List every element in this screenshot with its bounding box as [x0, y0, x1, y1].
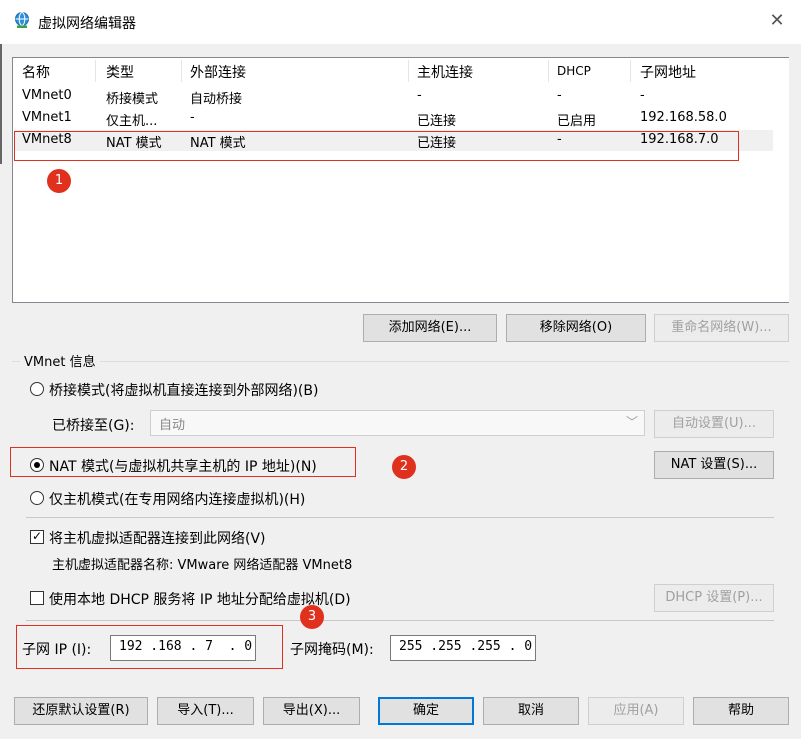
cell-dhcp: -: [557, 88, 562, 103]
col-header-dhcp[interactable]: DHCP: [557, 64, 591, 78]
host-only-label[interactable]: 仅主机模式(在专用网络内连接虚拟机)(H): [49, 489, 305, 509]
cell-dhcp: 已启用: [557, 114, 597, 129]
ok-button[interactable]: 确定: [378, 697, 474, 725]
bridged-to-select[interactable]: 自动 ﹀: [150, 410, 645, 436]
annotation-badge-2: 2: [392, 455, 416, 479]
cell-host: 已连接: [417, 114, 457, 129]
cell-name: VMnet1: [22, 110, 72, 125]
export-button[interactable]: 导出(X)...: [263, 697, 360, 725]
add-network-button[interactable]: 添加网络(E)...: [363, 314, 497, 342]
cell-type: 仅主机...: [106, 114, 158, 129]
vmnet-info-label: VMnet 信息: [20, 351, 100, 370]
annotation-box-1: [14, 131, 739, 161]
network-list[interactable]: 名称 类型 外部连接 主机连接 DHCP 子网地址 VMnet0 桥接模式 自动…: [12, 57, 789, 303]
connect-adapter-checkbox[interactable]: ✓: [30, 530, 44, 544]
col-header-host[interactable]: 主机连接: [417, 62, 473, 82]
annotation-box-2: [10, 447, 356, 477]
close-icon[interactable]: ✕: [764, 8, 790, 34]
nat-settings-button[interactable]: NAT 设置(S)...: [654, 451, 774, 479]
subnet-mask-label: 子网掩码(M):: [290, 642, 374, 658]
annotation-badge-3: 3: [300, 605, 324, 629]
adapter-name-text: 主机虚拟适配器名称: VMware 网络适配器 VMnet8: [52, 558, 353, 573]
col-header-subnet[interactable]: 子网地址: [640, 62, 696, 82]
connect-adapter-label[interactable]: 将主机虚拟适配器连接到此网络(V): [49, 528, 266, 548]
section-divider: [26, 620, 774, 621]
bridged-to-value: 自动: [159, 418, 186, 433]
restore-defaults-button[interactable]: 还原默认设置(R): [14, 697, 148, 725]
cell-external: -: [190, 110, 195, 125]
subnet-ip-label: 子网 IP (I):: [22, 642, 92, 658]
subnet-mask-input[interactable]: 255 .255 .255 . 0: [390, 635, 536, 661]
col-header-external[interactable]: 外部连接: [190, 62, 246, 82]
window-edge: [0, 44, 2, 164]
cell-external: 自动桥接: [190, 92, 243, 107]
title-bar: 虚拟网络编辑器 ✕: [0, 0, 801, 44]
remove-network-button[interactable]: 移除网络(O): [506, 314, 646, 342]
bridged-to-label: 已桥接至(G):: [52, 418, 135, 434]
cell-subnet: 192.168.58.0: [640, 110, 727, 125]
help-button[interactable]: 帮助: [693, 697, 789, 725]
window-title: 虚拟网络编辑器: [38, 16, 136, 32]
apply-button[interactable]: 应用(A): [588, 697, 684, 725]
rename-network-button[interactable]: 重命名网络(W)...: [654, 314, 789, 342]
network-globe-icon: [15, 12, 29, 28]
import-button[interactable]: 导入(T)...: [157, 697, 254, 725]
auto-settings-button[interactable]: 自动设置(U)...: [654, 410, 774, 438]
col-divider: [95, 60, 96, 82]
host-only-radio[interactable]: [30, 491, 44, 505]
col-header-name[interactable]: 名称: [22, 62, 50, 82]
dhcp-settings-button[interactable]: DHCP 设置(P)...: [654, 584, 774, 612]
col-divider: [548, 60, 549, 82]
table-row[interactable]: VMnet1 仅主机... - 已连接 已启用 192.168.58.0: [14, 108, 773, 129]
cell-subnet: -: [640, 88, 645, 103]
use-dhcp-checkbox[interactable]: [30, 591, 44, 605]
bridge-mode-label[interactable]: 桥接模式(将虚拟机直接连接到外部网络)(B): [49, 380, 318, 400]
bridge-mode-radio[interactable]: [30, 382, 44, 396]
col-divider: [408, 60, 409, 82]
cell-host: -: [417, 88, 422, 103]
chevron-down-icon: ﹀: [625, 415, 638, 429]
vertical-scrollbar[interactable]: [773, 58, 789, 302]
section-divider: [26, 517, 774, 518]
annotation-badge-1: 1: [47, 169, 71, 193]
cell-name: VMnet0: [22, 88, 72, 103]
cancel-button[interactable]: 取消: [483, 697, 579, 725]
group-divider: [12, 361, 789, 362]
subnet-ip-input[interactable]: 192 .168 . 7 . 0: [110, 635, 256, 661]
col-divider: [181, 60, 182, 82]
cell-type: 桥接模式: [106, 92, 159, 107]
table-row[interactable]: VMnet0 桥接模式 自动桥接 - - -: [14, 86, 773, 107]
col-header-type[interactable]: 类型: [106, 62, 134, 82]
col-divider: [630, 60, 631, 82]
